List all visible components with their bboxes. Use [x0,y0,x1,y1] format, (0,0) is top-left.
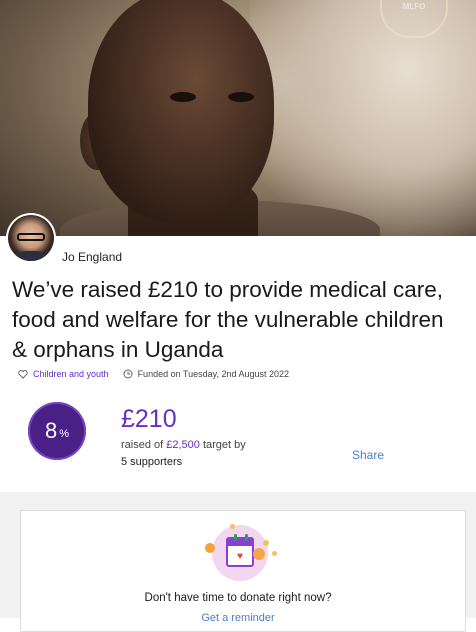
reminder-prompt: Don't have time to donate right now? [144,592,332,604]
author-name[interactable]: Jo England [62,250,122,264]
progress-percent-circle: 8 % [28,402,86,460]
raised-target-line: raised of £2,500 target by [121,439,246,451]
decor-dot [205,543,215,553]
decor-dot [230,524,235,529]
share-link[interactable]: Share [352,448,384,462]
avatar[interactable] [6,213,56,263]
category-label: Children and youth [33,369,109,379]
meta-row: Children and youth Funded on Tuesday, 2n… [18,369,289,379]
supporters-count[interactable]: 5 supporters [121,456,182,468]
get-reminder-link[interactable]: Get a reminder [0,612,476,624]
funded-label: Funded on Tuesday, 2nd August 2022 [137,369,290,379]
decor-dot [263,540,269,546]
page-title: We’ve raised £210 to provide medical car… [12,277,444,362]
hero-image: MLFO [0,0,476,236]
clock-icon [123,369,133,379]
category-tag[interactable]: Children and youth [18,369,109,379]
raised-amount: £210 [121,405,177,433]
funded-date: Funded on Tuesday, 2nd August 2022 [123,369,289,379]
target-amount: £2,500 [166,439,200,451]
heart-outline-icon [18,369,28,379]
decor-dot [253,548,265,560]
percent-unit: % [59,428,70,440]
decor-dot [272,551,277,556]
percent-value: 8 [44,418,58,443]
